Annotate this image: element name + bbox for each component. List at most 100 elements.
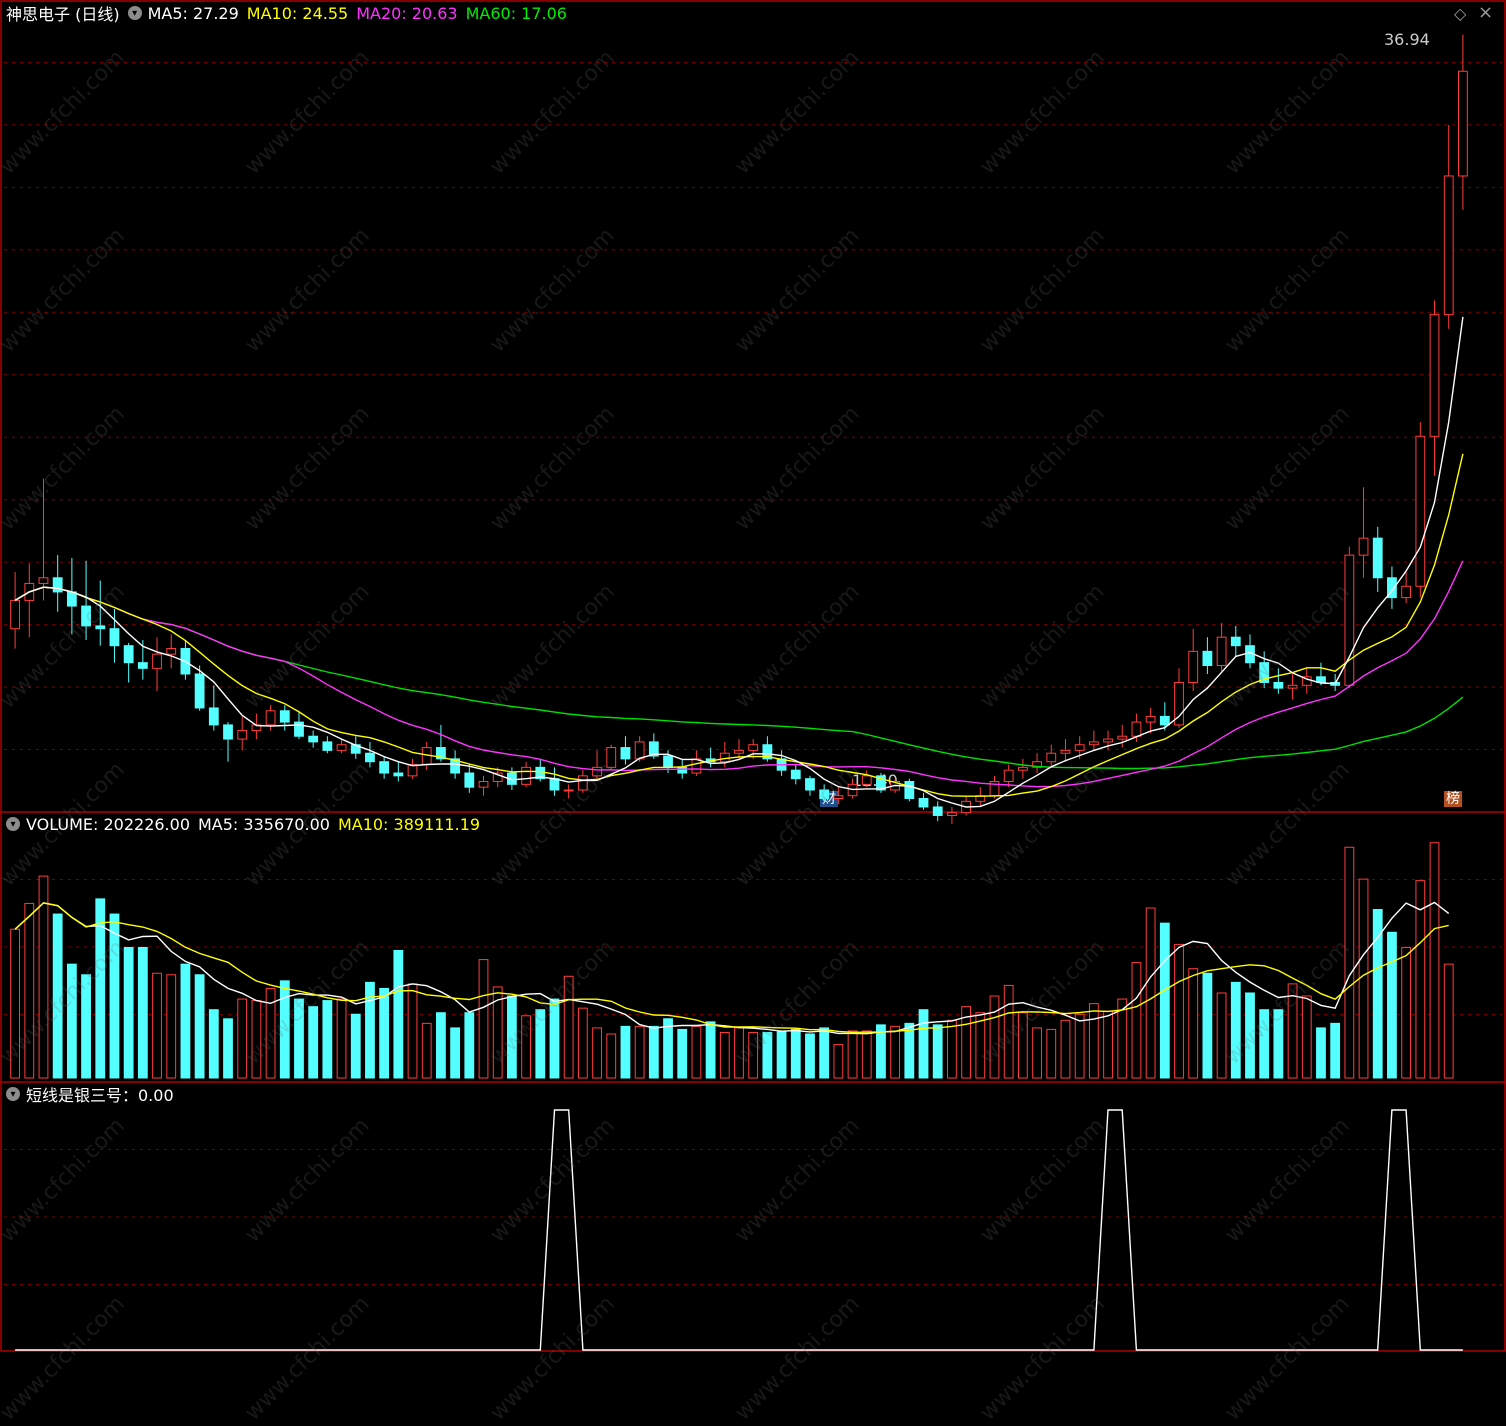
volume-bar	[790, 1028, 801, 1079]
volume-bar	[1372, 908, 1383, 1079]
collapse-icon[interactable]: ▾	[127, 6, 142, 20]
volume-bar	[577, 1007, 588, 1079]
volume-bar	[237, 998, 248, 1079]
volume-bar	[1145, 907, 1156, 1079]
volume-bar	[350, 1013, 361, 1079]
candle-body	[805, 778, 815, 791]
volume-bar	[24, 902, 35, 1079]
volume-bar	[279, 980, 290, 1079]
volume-bar	[123, 946, 134, 1079]
candle-body	[464, 772, 475, 788]
candle-body	[208, 707, 219, 726]
candle-body	[549, 778, 560, 791]
candle-body	[734, 749, 744, 754]
volume-bar	[109, 913, 120, 1079]
candle-body	[904, 781, 915, 799]
volume-ma5: MA5: 335670.00	[198, 814, 330, 834]
volume-bar	[947, 1019, 957, 1079]
candle-body	[1401, 585, 1412, 599]
candle-body	[1188, 650, 1199, 683]
candle-body	[1131, 721, 1142, 737]
volume-bar	[81, 974, 91, 1079]
candle-body	[521, 766, 531, 785]
volume-bar	[506, 995, 517, 1079]
volume-bar	[677, 1028, 688, 1079]
candle-body	[819, 789, 830, 799]
candle-body	[1429, 314, 1440, 437]
volume-bar	[734, 1027, 744, 1079]
candle-body	[918, 797, 929, 808]
candle-body	[109, 628, 120, 647]
volume-bar	[421, 1022, 432, 1079]
candle-body	[1344, 554, 1355, 686]
candle-body	[620, 747, 631, 760]
volume-bar	[1401, 946, 1412, 1079]
candle-body	[1159, 715, 1170, 726]
candle-body	[1230, 636, 1241, 647]
chart-canvas[interactable]	[0, 0, 1506, 1352]
candle-body	[1202, 650, 1213, 666]
collapse-icon[interactable]: ▾	[6, 817, 20, 831]
volume-bar	[1088, 1003, 1099, 1079]
candle-body	[308, 735, 319, 743]
volume-bar	[1032, 1027, 1042, 1079]
candle-body	[1443, 175, 1454, 316]
volume-bar	[521, 1015, 531, 1079]
candle-body	[379, 761, 390, 774]
stock-title: 神思电子 (日线)	[6, 5, 120, 24]
volume-bar	[1216, 992, 1227, 1079]
candle-body	[166, 648, 177, 655]
volume-bar	[308, 1006, 319, 1079]
candle-body	[833, 795, 844, 799]
volume-bar	[1060, 1019, 1071, 1079]
volume-bar	[251, 1000, 262, 1079]
volume-legend: ▾ VOLUME: 202226.00 MA5: 335670.00 MA10:…	[6, 813, 488, 835]
candle-body	[478, 781, 489, 788]
volume-bar	[648, 1025, 659, 1079]
candle-body	[748, 744, 759, 751]
volume-bar	[1344, 846, 1355, 1079]
volume-bar	[1316, 1027, 1326, 1079]
volume-bar	[805, 1033, 815, 1079]
volume-bar	[1245, 992, 1255, 1079]
volume-bar	[180, 963, 191, 1079]
candle-body	[1287, 684, 1298, 689]
volume-bar	[1159, 922, 1170, 1079]
indicator-line	[15, 1109, 1463, 1351]
volume-bar	[194, 974, 205, 1079]
candle-body	[1046, 752, 1057, 763]
volume-bar	[691, 1025, 702, 1079]
collapse-icon[interactable]: ▾	[6, 1087, 20, 1101]
indicator-legend: ▾ 短线是银三号：0.00	[6, 1083, 182, 1105]
volume-bar	[776, 1030, 787, 1079]
volume-bar	[223, 1018, 233, 1079]
volume-bar	[975, 1012, 986, 1079]
volume-bar	[166, 974, 177, 1079]
candle-body	[322, 741, 333, 751]
candle-body	[1003, 769, 1014, 783]
volume-bar	[1017, 1012, 1028, 1079]
volume-bar	[890, 1025, 901, 1079]
candle-body	[947, 812, 957, 816]
volume-bar	[336, 998, 347, 1079]
volume-value: VOLUME: 202226.00	[26, 814, 190, 834]
volume-bar	[1003, 984, 1014, 1079]
volume-bar	[847, 1030, 858, 1079]
volume-bar	[1259, 1009, 1270, 1079]
candle-body	[279, 710, 290, 723]
ma5-legend: MA5: 27.29	[147, 3, 239, 23]
volume-bar	[535, 1009, 546, 1079]
candle-body	[861, 775, 872, 785]
volume-bar	[1188, 968, 1199, 1079]
candle-body	[1273, 681, 1284, 689]
candle-body	[592, 766, 602, 777]
volume-bar	[1074, 1013, 1085, 1079]
candle-body	[38, 577, 49, 584]
candle-body	[1458, 70, 1468, 177]
candle-body	[336, 744, 347, 751]
candle-body	[932, 806, 943, 816]
candle-body	[66, 591, 77, 607]
volume-bar	[989, 995, 1000, 1079]
candle-body	[1358, 537, 1369, 556]
candle-body	[563, 789, 574, 792]
